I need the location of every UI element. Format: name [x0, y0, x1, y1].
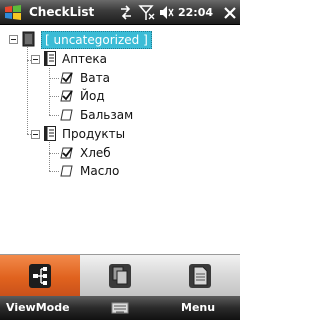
tree-connector: [49, 171, 59, 172]
connectivity-icon: [121, 5, 131, 20]
checked-checkbox-icon[interactable]: [60, 146, 74, 160]
document-button[interactable]: [160, 255, 240, 297]
tree-connector: [49, 96, 59, 97]
title-bar: CheckList 22:04: [0, 0, 240, 25]
list-icon: [44, 126, 56, 141]
collapse-group-toggle[interactable]: [31, 55, 40, 64]
group-label[interactable]: Продукты: [62, 126, 125, 144]
checklist-tree[interactable]: [ uncategorized ] Аптека Вата Йод Бальза…: [0, 26, 240, 254]
tree-connector: [27, 44, 28, 134]
document-icon: [189, 264, 211, 288]
unchecked-checkbox-icon[interactable]: [60, 164, 74, 178]
item-label[interactable]: Бальзам: [80, 107, 133, 125]
close-icon[interactable]: [223, 5, 237, 20]
copy-pages-icon: [109, 264, 131, 288]
view-mode-tree-icon: [29, 264, 51, 288]
volume-icon: [160, 6, 174, 19]
group-label[interactable]: Аптека: [62, 51, 107, 69]
checked-checkbox-icon[interactable]: [60, 89, 74, 103]
tree-connector: [49, 115, 59, 116]
list-icon: [44, 51, 56, 66]
root-category-label[interactable]: [ uncategorized ]: [41, 31, 152, 49]
item-label[interactable]: Вата: [80, 70, 110, 88]
collapse-group-toggle[interactable]: [31, 130, 40, 139]
tree-connector: [49, 78, 59, 79]
copy-pages-button[interactable]: [80, 255, 160, 297]
clock[interactable]: 22:04: [178, 4, 213, 21]
viewmode-softkey[interactable]: ViewMode: [6, 299, 70, 317]
tree-connector: [49, 142, 50, 171]
view-mode-tree-button[interactable]: [0, 255, 80, 297]
category-book-icon: [22, 31, 35, 47]
checked-checkbox-icon[interactable]: [60, 71, 74, 85]
item-label[interactable]: Масло: [80, 163, 119, 181]
softkey-bar: ViewMode Menu: [0, 296, 240, 320]
bottom-toolbar: [0, 254, 240, 297]
signal-off-icon: [138, 5, 155, 20]
collapse-root-toggle[interactable]: [9, 35, 18, 44]
item-label[interactable]: Хлеб: [80, 145, 111, 163]
tree-connector: [49, 68, 50, 115]
tree-connector: [49, 153, 59, 154]
keyboard-icon[interactable]: [111, 301, 129, 315]
item-label[interactable]: Йод: [80, 88, 105, 106]
unchecked-checkbox-icon[interactable]: [60, 108, 74, 122]
menu-softkey[interactable]: Menu: [181, 299, 215, 317]
